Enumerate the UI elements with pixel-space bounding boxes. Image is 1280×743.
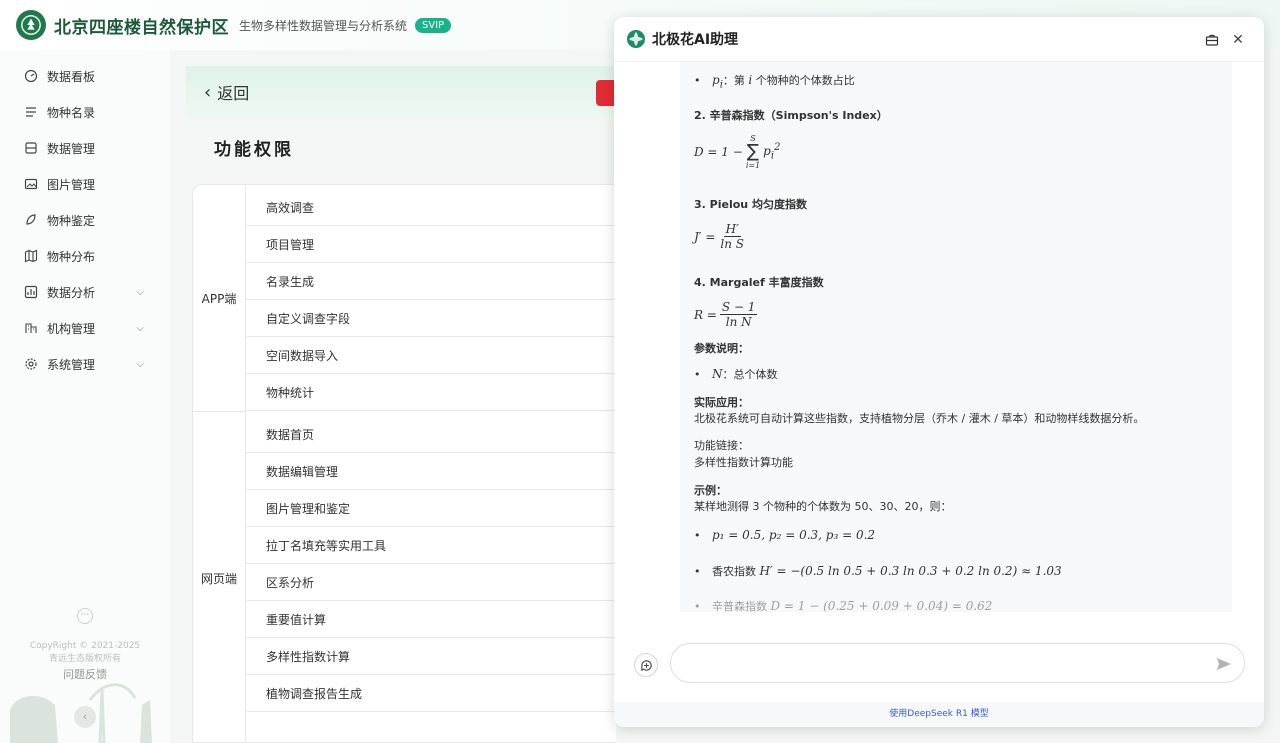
table-row[interactable]: 区系分析: [246, 564, 616, 601]
assistant-logo-icon: [627, 30, 645, 48]
back-bar: ‹ 返回: [186, 66, 616, 118]
chevron-down-icon: ⌵: [136, 322, 144, 334]
pielou-heading: 3. Pielou 均匀度指数: [694, 198, 807, 211]
chat-header: 北极花AI助理 ✕: [614, 17, 1264, 62]
sidebar-item-species-identification[interactable]: 物种鉴定: [0, 202, 170, 238]
margalef-heading: 4. Margalef 丰富度指数: [694, 276, 824, 289]
group-label-web: 网页端: [193, 412, 246, 742]
org-icon: [24, 321, 38, 335]
briefcase-icon[interactable]: [1202, 30, 1222, 50]
sidebar-item-label: 数据管理: [47, 141, 96, 156]
main-content: ‹ 返回 功能权限 APP端 网页端 高效调查 项目管理 名录生成 自定义调查字…: [186, 66, 618, 743]
diversity-index-link[interactable]: 多样性指数计算功能: [694, 454, 793, 470]
gear-icon: [24, 357, 38, 371]
params-heading: 参数说明：: [694, 342, 749, 355]
sidebar-item-label: 物种分布: [47, 249, 96, 264]
sidebar-item-label: 图片管理: [47, 177, 96, 192]
table-row[interactable]: 名录生成: [246, 263, 616, 300]
sidebar-item-label: 机构管理: [47, 321, 96, 336]
chat-title: 北极花AI助理: [652, 32, 739, 48]
sidebar-item-system-management[interactable]: 系统管理 ⌵: [0, 346, 170, 382]
sidebar-item-data-management[interactable]: 数据管理: [0, 130, 170, 166]
sidebar-item-label: 系统管理: [47, 357, 96, 372]
more-options-button[interactable]: ···: [77, 608, 93, 624]
table-row[interactable]: 自定义调查字段: [246, 300, 616, 337]
system-subtitle: 生物多样性数据管理与分析系统: [239, 18, 408, 33]
table-row[interactable]: 数据编辑管理: [246, 453, 616, 490]
list-icon: [24, 105, 38, 119]
param-n: N：总个体数: [694, 366, 778, 382]
sidebar-item-image-management[interactable]: 图片管理: [0, 166, 170, 202]
table-row[interactable]: 项目管理: [246, 226, 616, 263]
sidebar-item-org-management[interactable]: 机构管理 ⌵: [0, 310, 170, 346]
simpson-formula: D = 1 − S ∑ i=1 pi2: [694, 134, 781, 170]
new-chat-icon: [640, 659, 652, 671]
table-row[interactable]: 数据首页: [246, 416, 616, 453]
chat-input-area: [614, 627, 1264, 697]
ai-assistant-panel: 北极花AI助理 ✕ pi：第 i 个物种的个体数占比 2. 辛普森指数（Simp…: [614, 17, 1264, 727]
chevron-down-icon: ⌵: [136, 286, 144, 298]
section-title: 功能权限: [186, 118, 616, 176]
reserve-logo-icon: [16, 10, 46, 40]
simpson-heading: 2. 辛普森指数（Simpson's Index）: [694, 109, 888, 122]
svip-badge: SVIP: [415, 17, 452, 33]
group-label-app: APP端: [193, 185, 246, 411]
sidebar-item-species-list[interactable]: 物种名录: [0, 94, 170, 130]
copyright: CopyRight © 2021-2025 青远生态版权所有: [29, 641, 141, 664]
close-icon[interactable]: ✕: [1228, 30, 1248, 50]
example-bullet-2: 香农指数 H′ = −(0.5 ln 0.5 + 0.3 ln 0.3 + 0.…: [694, 563, 1062, 579]
table-row[interactable]: 高效调查: [246, 189, 616, 226]
sidebar-item-label: 物种名录: [47, 105, 96, 120]
chat-input[interactable]: [670, 643, 1245, 683]
database-icon: [24, 141, 38, 155]
example-text: 某样地测得 3 个物种的个体数为 50、30、20，则：: [694, 500, 952, 513]
sidebar-item-label: 数据分析: [47, 285, 96, 300]
back-button[interactable]: 返回: [217, 80, 249, 104]
sidebar: 数据看板 物种名录 数据管理 图片管理 物种鉴定 物种分布 数据分析 ⌵ 机构管…: [0, 50, 170, 743]
practice-text: 北极花系统可自动计算这些指数，支持植物分层（乔木 / 灌木 / 草本）和动物样线…: [694, 412, 1145, 425]
chart-icon: [24, 285, 38, 299]
sidebar-item-data-analysis[interactable]: 数据分析 ⌵: [0, 274, 170, 310]
chat-message: pi：第 i 个物种的个体数占比 2. 辛普森指数（Simpson's Inde…: [680, 62, 1232, 612]
chevron-down-icon: ⌵: [136, 358, 144, 370]
chevron-left-icon[interactable]: ‹: [204, 82, 211, 103]
dashboard-icon: [24, 69, 38, 83]
pielou-formula: J′ = H′ ln S: [694, 222, 745, 251]
sidebar-item-dashboard[interactable]: 数据看板: [0, 58, 170, 94]
table-row[interactable]: 拉丁名填充等实用工具: [246, 527, 616, 564]
sidebar-item-species-distribution[interactable]: 物种分布: [0, 238, 170, 274]
sidebar-item-label: 数据看板: [47, 69, 96, 84]
identify-icon: [24, 213, 38, 227]
model-footer: 使用DeepSeek R1 模型: [614, 702, 1264, 727]
bullet-pi: pi：第 i 个物种的个体数占比: [694, 72, 855, 90]
margalef-formula: R = S − 1 ln N: [694, 300, 758, 329]
example-bullet-1: p₁ = 0.5, p₂ = 0.3, p₃ = 0.2: [694, 528, 875, 542]
practice-heading: 实际应用：: [694, 396, 749, 409]
brand-title: 北京四座楼自然保护区: [54, 17, 229, 38]
table-row[interactable]: 空间数据导入: [246, 337, 616, 374]
image-icon: [24, 177, 38, 191]
send-icon[interactable]: [1215, 655, 1233, 673]
feedback-link[interactable]: 问题反馈: [0, 666, 170, 682]
sidebar-item-label: 物种鉴定: [47, 213, 96, 228]
table-row[interactable]: 重要值计算: [246, 601, 616, 638]
collapse-sidebar-button[interactable]: ‹: [74, 706, 96, 728]
link-heading: 功能链接：: [694, 439, 749, 452]
table-row[interactable]: 物种统计: [246, 374, 616, 411]
map-icon: [24, 249, 38, 263]
permission-table: APP端 网页端 高效调查 项目管理 名录生成 自定义调查字段 空间数据导入 物…: [192, 184, 616, 743]
example-heading: 示例：: [694, 484, 727, 497]
table-row[interactable]: 多样性指数计算: [246, 638, 616, 675]
example-bullet-3: 辛普森指数 D = 1 − (0.25 + 0.09 + 0.04) = 0.6…: [694, 598, 992, 612]
new-chat-button[interactable]: [634, 653, 658, 677]
table-row[interactable]: 图片管理和鉴定: [246, 490, 616, 527]
table-row[interactable]: 植物调查报告生成: [246, 675, 616, 712]
